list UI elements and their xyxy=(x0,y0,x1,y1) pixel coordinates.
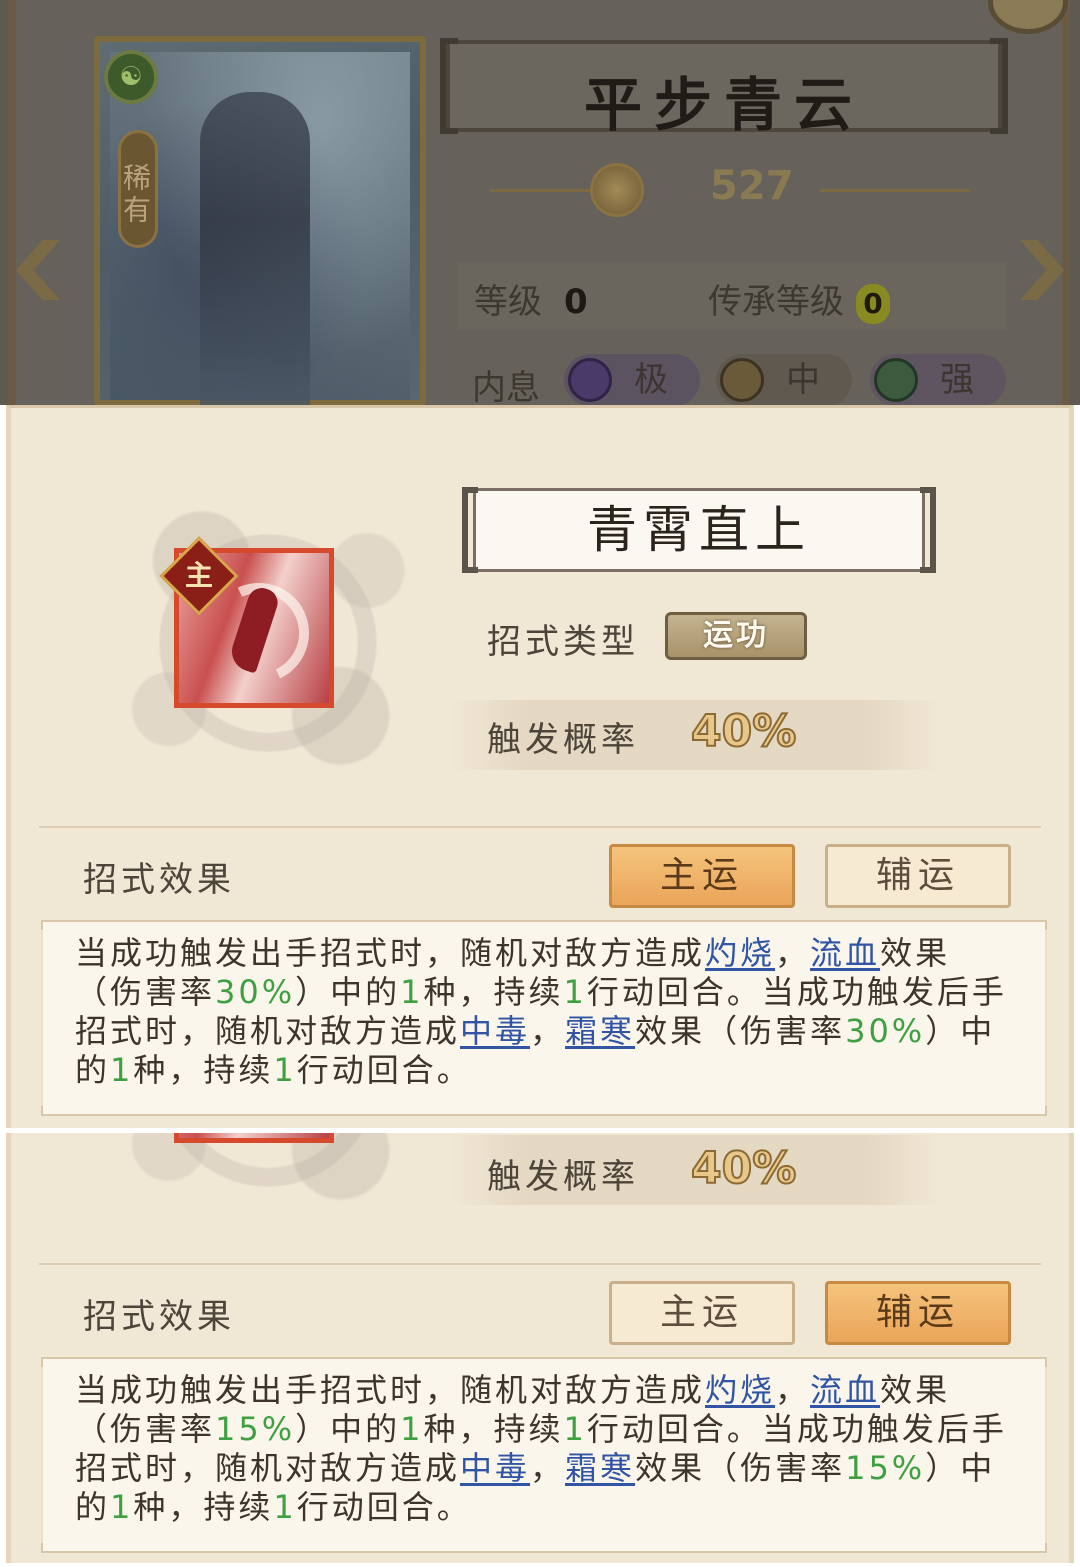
breath-value: 中 xyxy=(786,360,820,400)
bleed-link[interactable]: 流血 xyxy=(810,934,880,972)
hero-figure xyxy=(200,92,310,405)
inherit-value: 0 xyxy=(856,284,890,324)
skill-name-plate: 青霄直上 xyxy=(462,487,936,573)
frost-link[interactable]: 霜寒 xyxy=(565,1449,635,1487)
inherit-label: 传承等级 xyxy=(708,282,844,322)
jade-orb-icon xyxy=(874,358,918,402)
hero-name: 平步青云 xyxy=(583,71,864,139)
sun-orb-icon xyxy=(720,358,764,402)
tab-assist[interactable]: 辅运 xyxy=(825,1281,1011,1345)
breath-pill[interactable]: 中 xyxy=(716,354,852,405)
divider xyxy=(39,826,1041,828)
breath-value: 强 xyxy=(940,360,974,400)
rarity-badge: 稀有 xyxy=(118,130,158,248)
effect-label: 招式效果 xyxy=(83,1297,235,1337)
poison-link[interactable]: 中毒 xyxy=(460,1012,530,1050)
effect-description-box: 当成功触发出手招式时，随机对敌方造成灼烧，流血效果（伤害率15%）中的1种，持续… xyxy=(41,1357,1047,1553)
damage-rate: 30% xyxy=(845,1012,926,1050)
divider xyxy=(39,1263,1041,1265)
bleed-link[interactable]: 流血 xyxy=(810,1371,880,1409)
trigger-rate-value: 40% xyxy=(690,1142,797,1195)
level-label: 等级 xyxy=(474,282,542,322)
breath-label: 内息 xyxy=(472,368,540,405)
hero-card[interactable]: ☯ 稀有 xyxy=(94,36,426,405)
skill-icon[interactable] xyxy=(174,1133,334,1143)
effect-label: 招式效果 xyxy=(83,860,235,900)
tab-main[interactable]: 主运 xyxy=(609,1281,795,1345)
breath-value: 极 xyxy=(634,360,668,400)
power-row: 527 xyxy=(470,155,990,225)
inherit-stat: 传承等级 0 xyxy=(708,274,890,324)
damage-rate: 15% xyxy=(215,1410,296,1448)
tab-main[interactable]: 主运 xyxy=(609,844,795,908)
skill-name: 青霄直上 xyxy=(587,501,811,559)
power-icon xyxy=(590,163,644,217)
faction-emblem-icon: ☯ xyxy=(104,50,158,104)
hero-title-plate: 平步青云 xyxy=(440,38,1008,139)
breath-row: 内息 极 中 强 xyxy=(472,352,1032,405)
cloud-decoration xyxy=(103,1133,433,1243)
frost-link[interactable]: 霜寒 xyxy=(565,1012,635,1050)
damage-rate: 30% xyxy=(215,973,296,1011)
burn-link[interactable]: 灼烧 xyxy=(705,934,775,972)
main-tag-label: 主 xyxy=(184,559,213,592)
skill-panel: 触发概率 40% 招式效果 主运 辅运 当成功触发出手招式时，随机对敌方造成灼烧… xyxy=(6,1133,1074,1563)
skill-panel: 主 青霄直上 招式类型 运功 触发概率 40% 招式效果 主运 辅运 当成功触发… xyxy=(6,405,1074,1128)
moon-orb-icon xyxy=(568,358,612,402)
level-value: 0 xyxy=(564,282,588,322)
effect-description: 当成功触发出手招式时，随机对敌方造成灼烧，流血效果（伤害率15%）中的1种，持续… xyxy=(75,1371,1007,1526)
skill-type-label: 招式类型 xyxy=(487,622,639,662)
power-value: 527 xyxy=(710,163,794,209)
trigger-rate-value: 40% xyxy=(690,705,797,758)
ornament-line xyxy=(820,189,970,192)
trigger-rate-label: 触发概率 xyxy=(487,720,639,760)
trigger-rate-label: 触发概率 xyxy=(487,1157,639,1197)
level-row: 等级 0 传承等级 0 xyxy=(458,262,1006,330)
burn-link[interactable]: 灼烧 xyxy=(705,1371,775,1409)
tab-assist[interactable]: 辅运 xyxy=(825,844,1011,908)
poison-link[interactable]: 中毒 xyxy=(460,1449,530,1487)
damage-rate: 15% xyxy=(845,1449,926,1487)
effect-description-box: 当成功触发出手招式时，随机对敌方造成灼烧，流血效果（伤害率30%）中的1种，持续… xyxy=(41,920,1047,1116)
skill-type-badge: 运功 xyxy=(665,612,807,660)
effect-description: 当成功触发出手招式时，随机对敌方造成灼烧，流血效果（伤害率30%）中的1种，持续… xyxy=(75,934,1007,1089)
character-panel: ☯ 稀有 平步青云 527 等级 0 传承等级 0 内息 极 中 强 xyxy=(0,0,1080,405)
level-stat: 等级 0 xyxy=(474,274,588,323)
breath-pill[interactable]: 强 xyxy=(870,354,1006,405)
breath-pill[interactable]: 极 xyxy=(564,354,700,405)
